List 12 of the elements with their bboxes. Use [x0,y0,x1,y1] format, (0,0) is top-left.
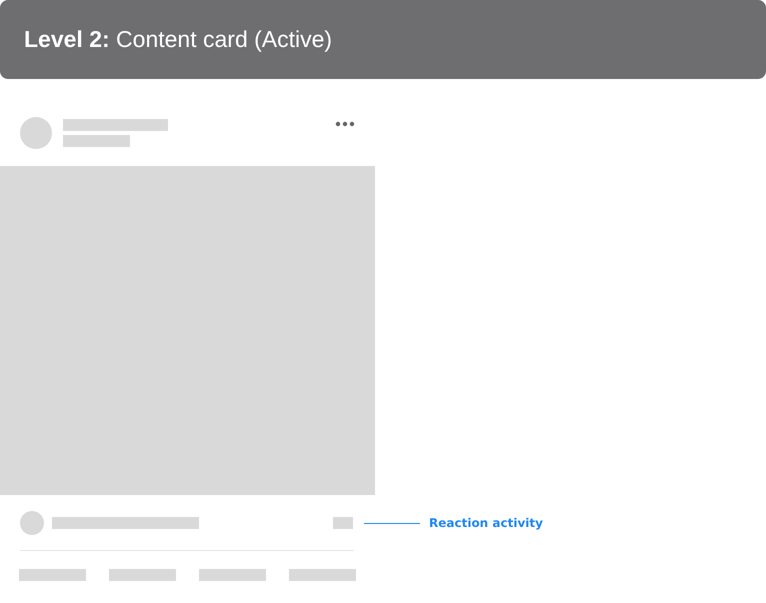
action-placeholder [109,569,176,581]
subtitle-placeholder [63,135,130,147]
leader-line [364,522,420,524]
action-placeholder [199,569,266,581]
action-placeholder [19,569,86,581]
avatar-placeholder [20,117,52,149]
action-placeholder [289,569,356,581]
more-icon[interactable] [335,121,355,127]
reaction-placeholder [333,517,353,529]
header-title: Level 2: Content card (Active) [24,26,332,54]
avatar-placeholder [20,511,44,535]
annotation-label: Reaction activity [429,515,543,532]
